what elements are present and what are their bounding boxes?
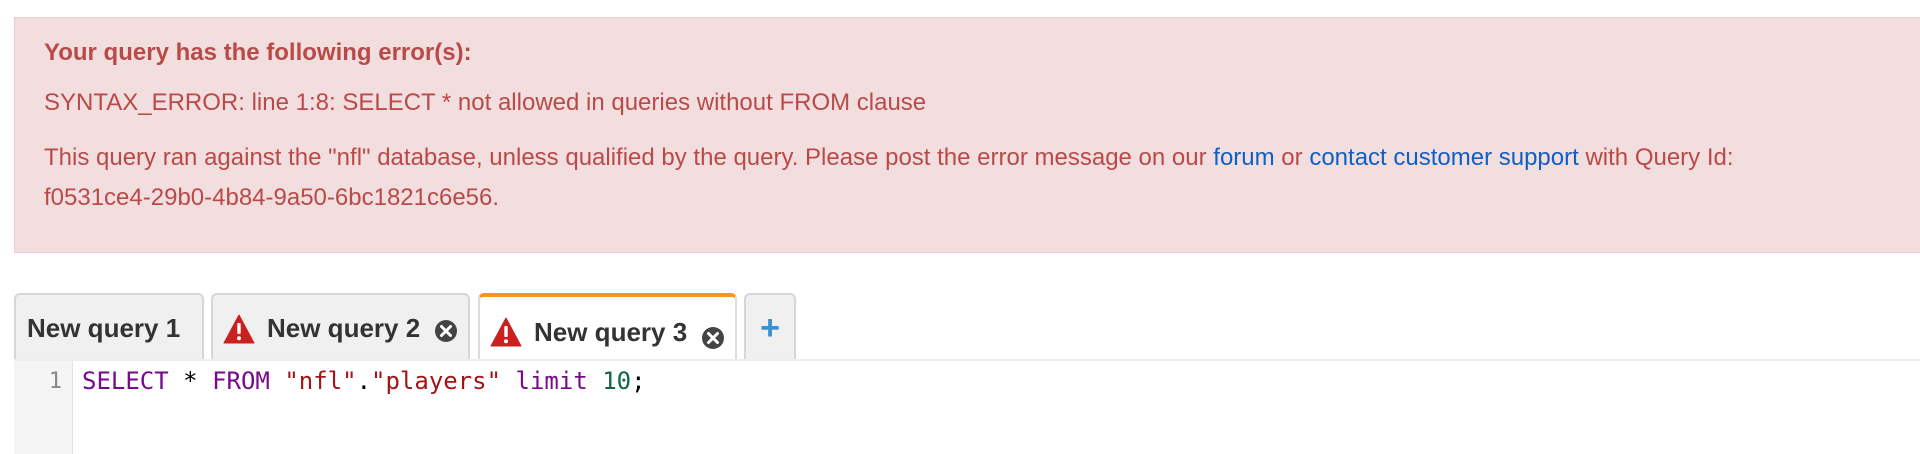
keyword-limit: limit (515, 367, 588, 395)
error-details-prefix: This query ran against the "nfl" databas… (44, 144, 1214, 171)
query-tabs: New query 1 New query 2 New query 3 + (14, 293, 1920, 361)
token-dot: . (356, 367, 372, 395)
string-table: "players" (371, 367, 502, 395)
string-database: "nfl" (284, 367, 357, 395)
close-circle-icon[interactable] (701, 326, 725, 350)
forum-link[interactable]: forum (1213, 144, 1274, 171)
keyword-from: FROM (212, 367, 270, 395)
or-text: or (1274, 144, 1310, 171)
number-limit: 10 (602, 367, 632, 395)
tab-label: New query 3 (534, 316, 688, 347)
code-line[interactable]: SELECT * FROM "nfl"."players" limit 10; (82, 367, 646, 395)
tab-label: New query 1 (27, 312, 181, 343)
close-circle-icon[interactable] (434, 319, 458, 343)
plus-icon: + (760, 309, 780, 347)
tab-new-query-3[interactable]: New query 3 (478, 293, 737, 361)
line-number: 1 (48, 369, 62, 394)
error-panel: Your query has the following error(s): S… (14, 17, 1920, 253)
line-gutter: 1 (14, 361, 73, 454)
error-details-suffix: with Query Id: (1578, 144, 1734, 171)
error-details: This query ran against the "nfl" databas… (44, 138, 1920, 218)
error-message: SYNTAX_ERROR: line 1:8: SELECT * not all… (44, 89, 927, 116)
contact-support-link[interactable]: contact customer support (1309, 144, 1578, 171)
tab-label: New query 2 (267, 312, 421, 343)
tab-new-query-2[interactable]: New query 2 (211, 293, 470, 361)
warning-triangle-icon (223, 314, 255, 344)
token-semicolon: ; (631, 367, 646, 395)
warning-triangle-icon (490, 317, 522, 347)
tab-new-query-1[interactable]: New query 1 (14, 293, 204, 361)
keyword-select: SELECT (82, 367, 169, 395)
query-id: f0531ce4-29b0-4b84-9a50-6bc1821c6e56. (44, 184, 500, 211)
token-star: * (168, 367, 213, 395)
add-query-tab-button[interactable]: + (744, 293, 796, 361)
error-title: Your query has the following error(s): (44, 39, 472, 66)
query-editor[interactable]: 1 SELECT * FROM "nfl"."players" limit 10… (14, 361, 1920, 454)
